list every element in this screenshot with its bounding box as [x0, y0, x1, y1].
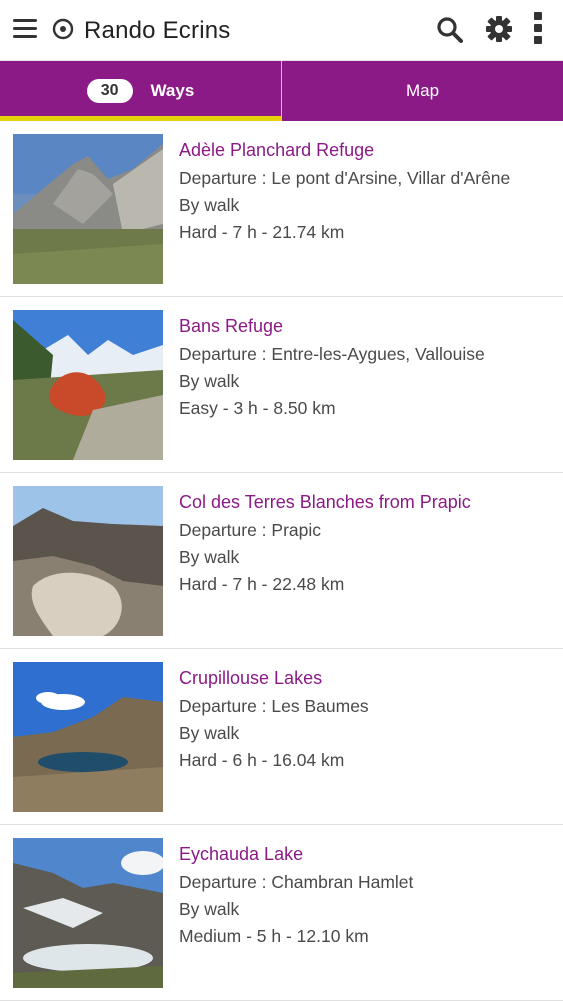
trek-departure: Departure : Prapic [179, 520, 322, 540]
trek-title: Crupillouse Lakes [179, 668, 323, 688]
trek-departure: Departure : Chambran Hamlet [179, 872, 414, 892]
trek-title: Adèle Planchard Refuge [179, 140, 375, 160]
trek-departure: Departure : Le pont d'Arsine, Villar d'A… [179, 168, 511, 188]
trek-mode: By walk [179, 195, 240, 215]
trek-summary: Medium - 5 h - 12.10 km [179, 926, 369, 946]
trek-summary: Hard - 6 h - 16.04 km [179, 750, 345, 770]
gear-icon[interactable] [485, 15, 513, 43]
list-item[interactable]: Bans Refuge Departure : Entre-les-Aygues… [0, 297, 563, 473]
tab-map-label: Map [405, 81, 440, 100]
tab-ways[interactable]: 30 Ways [0, 61, 282, 121]
tab-map[interactable]: Map [282, 61, 563, 121]
trek-departure: Departure : Entre-les-Aygues, Vallouise [179, 344, 485, 364]
trek-mode: By walk [179, 899, 240, 919]
trek-photo [13, 838, 163, 988]
list-item[interactable]: Crupillouse Lakes Departure : Les Baumes… [0, 649, 563, 825]
search-icon[interactable] [436, 16, 464, 44]
more-vert-icon[interactable] [531, 12, 545, 48]
trek-title: Eychauda Lake [179, 844, 304, 864]
trek-photo [13, 310, 163, 460]
app-title: Rando Ecrins [84, 17, 231, 44]
ways-count-badge: 30 [86, 79, 133, 103]
trek-list: Adèle Planchard Refuge Departure : Le po… [0, 121, 563, 1001]
trek-title: Bans Refuge [179, 316, 284, 336]
app-header: Rando Ecrins [0, 0, 563, 61]
trek-summary: Easy - 3 h - 8.50 km [179, 398, 336, 418]
logo-icon [52, 18, 74, 40]
trek-departure: Departure : Les Baumes [179, 696, 369, 716]
trek-summary: Hard - 7 h - 21.74 km [179, 222, 345, 242]
trek-summary: Hard - 7 h - 22.48 km [179, 574, 345, 594]
tab-ways-label: Ways [150, 81, 195, 100]
list-item[interactable]: Adèle Planchard Refuge Departure : Le po… [0, 121, 563, 297]
trek-title: Col des Terres Blanches from Prapic [179, 492, 471, 512]
list-item[interactable]: Eychauda Lake Departure : Chambran Hamle… [0, 825, 563, 1001]
menu-icon[interactable] [13, 19, 37, 39]
trek-mode: By walk [179, 371, 240, 391]
list-item[interactable]: Col des Terres Blanches from Prapic Depa… [0, 473, 563, 649]
trek-photo [13, 134, 163, 284]
tab-bar: 30 Ways Map [0, 61, 563, 121]
trek-mode: By walk [179, 547, 240, 567]
trek-mode: By walk [179, 723, 240, 743]
trek-photo [13, 662, 163, 812]
trek-photo [13, 486, 163, 636]
